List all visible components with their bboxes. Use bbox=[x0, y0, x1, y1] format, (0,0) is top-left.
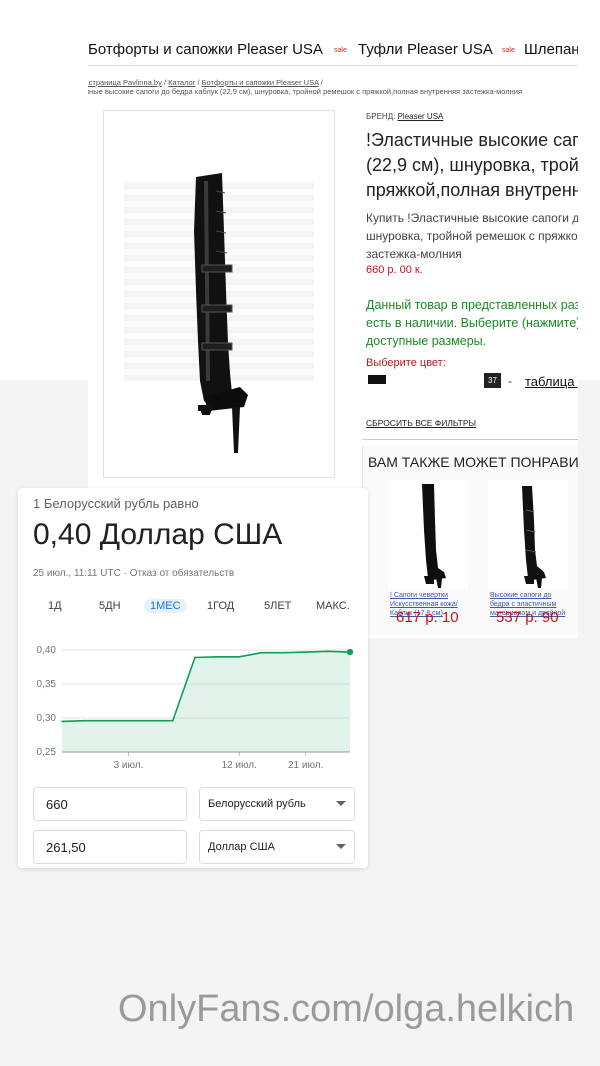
desc-line: застежка-молния bbox=[366, 247, 462, 261]
currency-from-value: Белорусский рубль bbox=[208, 798, 306, 810]
desc-line: шнуровка, тройной ремешок с пряжкой,полн… bbox=[366, 229, 578, 243]
top-nav: Ботфорты и сапожки Pleaser USA sale Туфл… bbox=[88, 38, 578, 64]
brand: БРЕНД: Pleaser USA bbox=[366, 112, 443, 121]
conversion-subtitle: 1 Белорусский рубль равно bbox=[33, 496, 199, 511]
title-line: !Эластичные высокие сапоги до бедра кабл… bbox=[366, 130, 578, 150]
amount-to-value: 261,50 bbox=[46, 840, 86, 855]
nav-sale-badge: sale bbox=[502, 47, 515, 54]
nav-divider bbox=[88, 65, 578, 66]
breadcrumb-category[interactable]: Ботфорты и сапожки Pleaser USA bbox=[202, 78, 319, 87]
product-title: !Эластичные высокие сапоги до бедра кабл… bbox=[366, 128, 578, 203]
recommendation-price: 617 р. 10 bbox=[396, 609, 459, 626]
rate-point bbox=[105, 719, 108, 722]
y-tick-label: 0,30 bbox=[37, 713, 57, 724]
recommendation-price: 537 р. 90 bbox=[496, 609, 559, 626]
amount-from-input[interactable]: 660 bbox=[33, 787, 187, 821]
availability-note: Данный товар в представленных размерах е… bbox=[366, 296, 578, 350]
rate-point bbox=[171, 719, 174, 722]
amount-from-value: 660 bbox=[46, 797, 68, 812]
caption-line: Искусственная кожа/ bbox=[390, 601, 458, 608]
title-line: пряжкой,полная внутренняя застежка-молни… bbox=[366, 180, 578, 200]
rate-point bbox=[83, 719, 85, 722]
product-image[interactable] bbox=[103, 110, 335, 478]
caption-line: Высокие сапоги до bbox=[490, 592, 552, 599]
tab-range-5d[interactable]: 5ДН bbox=[99, 600, 121, 612]
breadcrumb: Главная страница Pavlinna.by / Каталог /… bbox=[88, 78, 323, 87]
nav-item-boots[interactable]: Ботфорты и сапожки Pleaser USA bbox=[88, 41, 323, 58]
conversion-result: 0,40 Доллар США bbox=[33, 518, 283, 551]
color-swatch-black[interactable] bbox=[368, 375, 386, 384]
recommendation-card[interactable] bbox=[488, 480, 568, 590]
reset-filters-link[interactable]: СБРОСИТЬ ВСЕ ФИЛЬТРЫ bbox=[366, 418, 476, 428]
currency-to-value: Доллар США bbox=[208, 841, 275, 853]
recommendation-card[interactable] bbox=[388, 480, 468, 590]
rate-point bbox=[346, 648, 354, 656]
nav-sale-badge: sale bbox=[334, 47, 347, 54]
caption-line: ! Сапоги чевертки bbox=[390, 592, 448, 599]
boot-illustration bbox=[194, 173, 248, 453]
breadcrumb-current: !Эластичные высокие сапоги до бедра кабл… bbox=[88, 87, 523, 96]
rate-point bbox=[282, 651, 285, 654]
rate-point bbox=[194, 656, 196, 659]
product-price: 660 р. 00 к. bbox=[366, 264, 423, 276]
boot-thumb bbox=[422, 484, 446, 588]
y-tick-label: 0,40 bbox=[37, 645, 57, 656]
brand-link[interactable]: Pleaser USA bbox=[398, 112, 444, 121]
tab-range-1d[interactable]: 1Д bbox=[48, 600, 62, 612]
currency-from-select[interactable]: Белорусский рубль bbox=[199, 787, 355, 821]
tab-range-5y[interactable]: 5ЛЕТ bbox=[264, 600, 291, 612]
rate-point bbox=[304, 651, 307, 653]
product-description: Купить !Эластичные высокие сапоги до бед… bbox=[366, 209, 578, 263]
x-tick-label: 12 июл. bbox=[222, 760, 257, 771]
range-tabs: 1Д 5ДН 1МЕС 1ГОД 5ЛЕТ МАКС. bbox=[18, 599, 368, 620]
rate-chart[interactable]: 0,40 0,35 0,30 0,25 3 июл. 12 июл. 21 июл. bbox=[18, 638, 368, 778]
x-tick-label: 21 июл. bbox=[288, 760, 323, 771]
rate-point bbox=[127, 719, 130, 722]
avail-line: доступные размеры. bbox=[366, 334, 487, 348]
tab-range-1y[interactable]: 1ГОД bbox=[207, 600, 234, 612]
divider bbox=[362, 439, 578, 440]
rate-point bbox=[327, 650, 329, 653]
color-label: Выберите цвет: bbox=[366, 357, 446, 369]
dropdown-arrow-icon bbox=[336, 844, 346, 849]
y-tick-label: 0,25 bbox=[37, 747, 57, 758]
avail-line: есть в наличии. Выберите (нажмите) bbox=[366, 316, 578, 330]
dropdown-arrow-icon bbox=[336, 801, 346, 806]
watermark: OnlyFans.com/olga.helkich bbox=[118, 988, 575, 1030]
rate-area bbox=[62, 651, 350, 752]
avail-line: Данный товар в представленных размерах bbox=[366, 298, 578, 312]
size-option[interactable]: 37 bbox=[484, 373, 501, 388]
currency-to-select[interactable]: Доллар США bbox=[199, 830, 355, 864]
breadcrumb-home[interactable]: Главная страница Pavlinna.by bbox=[88, 78, 162, 87]
rate-point bbox=[149, 719, 152, 722]
rate-point bbox=[260, 651, 263, 654]
amount-to-input[interactable]: 261,50 bbox=[33, 830, 187, 864]
x-tick-label: 3 июл. bbox=[114, 760, 144, 771]
rate-point bbox=[216, 656, 218, 658]
desc-line: Купить !Эластичные высокие сапоги до бед… bbox=[366, 211, 578, 225]
size-dash: - bbox=[508, 374, 512, 388]
rate-timestamp: 25 июл., 11:11 UTC · Отказ от обязательс… bbox=[33, 568, 235, 579]
title-line: (22,9 см), шнуровка, тройной ремешок с bbox=[366, 155, 578, 175]
tab-range-max[interactable]: МАКС. bbox=[316, 600, 350, 612]
y-tick-label: 0,35 bbox=[37, 679, 57, 690]
size-table-link[interactable]: таблица размеров bbox=[525, 374, 578, 389]
tab-range-1m[interactable]: 1МЕС bbox=[144, 599, 187, 613]
recommendations-title: ВАМ ТАКЖЕ МОЖЕТ ПОНРАВИТЬСЯ bbox=[368, 454, 578, 470]
caption-line: бедра с эластичным bbox=[490, 601, 557, 608]
currency-converter-card: 1 Белорусский рубль равно 0,40 Доллар СШ… bbox=[18, 488, 368, 868]
nav-item-slippers[interactable]: Шлепанцы bbox=[524, 41, 578, 58]
rate-point bbox=[61, 720, 63, 723]
nav-item-shoes[interactable]: Туфли Pleaser USA bbox=[358, 41, 493, 58]
brand-label: БРЕНД: bbox=[366, 112, 396, 121]
rate-point bbox=[238, 656, 241, 658]
breadcrumb-catalog[interactable]: Каталог bbox=[168, 78, 195, 87]
boot-thumb bbox=[522, 486, 546, 588]
